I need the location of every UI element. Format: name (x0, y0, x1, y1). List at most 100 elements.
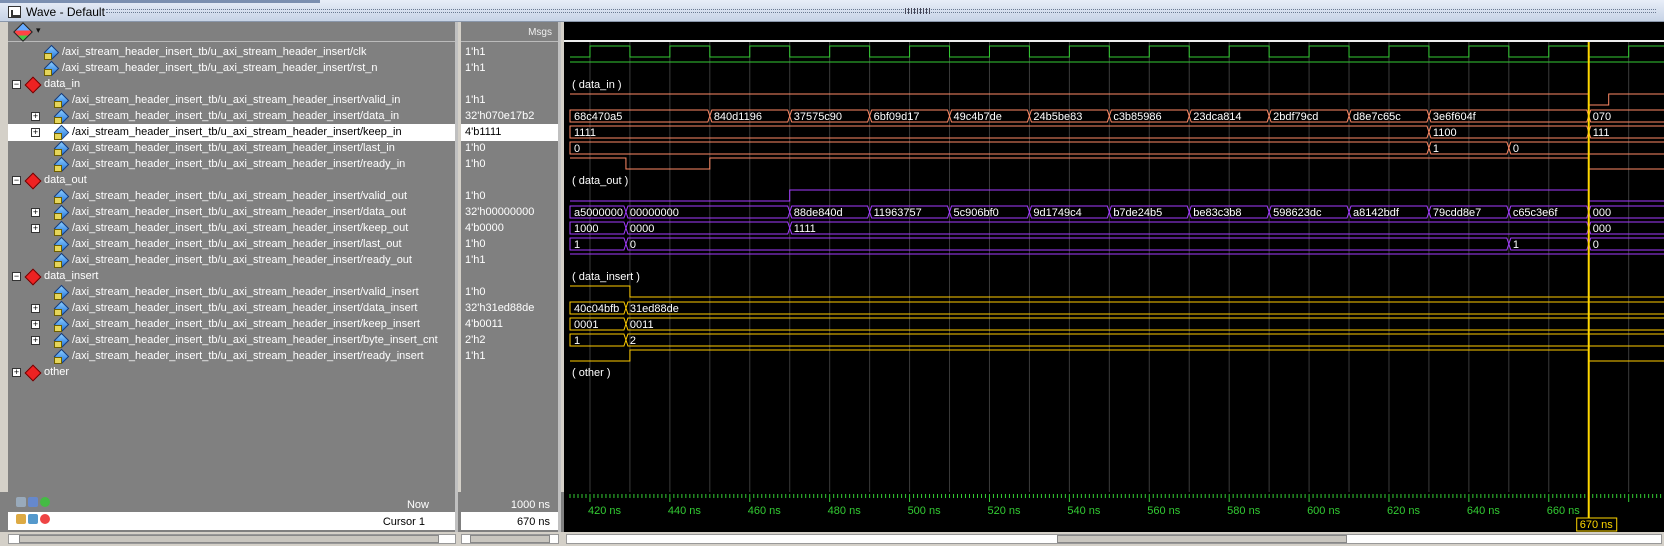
signal-value: 1'h0 (465, 142, 486, 154)
expand-toggle-icon[interactable]: + (31, 224, 40, 233)
values-hscrollbar[interactable] (461, 534, 559, 544)
scrollbars (0, 532, 1664, 546)
expand-toggle-icon[interactable]: + (31, 336, 40, 345)
values-scroll-thumb[interactable] (470, 535, 550, 543)
signal-row[interactable]: /axi_stream_header_insert_tb/u_axi_strea… (8, 156, 455, 173)
signal-row[interactable]: + /axi_stream_header_insert_tb/u_axi_stre… (8, 124, 455, 141)
expand-toggle-icon[interactable]: + (31, 128, 40, 137)
signal-row[interactable]: + /axi_stream_header_insert_tb/u_axi_stre… (8, 220, 455, 237)
wave-tool-icon[interactable] (13, 22, 33, 42)
signal-row[interactable]: /axi_stream_header_insert_tb/u_axi_strea… (8, 236, 455, 253)
titlebar-grip-knob[interactable] (905, 8, 931, 14)
expand-toggle-icon[interactable]: − (12, 176, 21, 185)
signal-names-pane: ▾ /axi_stream_header_insert_tb/u_axi_str… (8, 22, 458, 492)
names-hscrollbar[interactable] (8, 534, 456, 544)
timeline-ruler[interactable]: 420 ns 440 ns 460 ns 480 ns 500 ns 520 ns 540 … (564, 492, 1664, 532)
value-row[interactable]: 1'h0 (461, 140, 558, 157)
value-row[interactable]: 32'h31ed88de (461, 300, 558, 317)
signal-name: /axi_stream_header_insert_tb/u_axi_strea… (72, 302, 418, 314)
signal-row[interactable]: /axi_stream_header_insert_tb/u_axi_strea… (8, 60, 455, 77)
group-diamond-icon (25, 77, 39, 91)
expand-toggle-icon[interactable]: − (12, 80, 21, 89)
signal-value: 1'h1 (465, 350, 486, 362)
signal-value: 1'h0 (465, 158, 486, 170)
signal-name: /axi_stream_header_insert_tb/u_axi_strea… (72, 206, 406, 218)
value-row[interactable] (461, 172, 558, 189)
value-row[interactable]: 1'h1 (461, 44, 558, 61)
value-row[interactable]: 2'h2 (461, 332, 558, 349)
wave-hscrollbar[interactable] (566, 534, 1662, 544)
signal-row[interactable]: + /axi_stream_header_insert_tb/u_axi_stre… (8, 300, 455, 317)
ruler-canvas[interactable]: 420 ns 440 ns 460 ns 480 ns 500 ns 520 ns 540 … (564, 492, 1664, 532)
signal-row[interactable]: /axi_stream_header_insert_tb/u_axi_strea… (8, 252, 455, 269)
window-titlebar[interactable]: Wave - Default (0, 0, 1664, 22)
signal-row[interactable]: /axi_stream_header_insert_tb/u_axi_strea… (8, 44, 455, 61)
signal-row[interactable]: /axi_stream_header_insert_tb/u_axi_strea… (8, 348, 455, 365)
names-scroll-thumb[interactable] (19, 535, 439, 543)
signal-name: other (44, 366, 70, 378)
value-row[interactable]: 1'h0 (461, 284, 558, 301)
signal-row[interactable]: /axi_stream_header_insert_tb/u_axi_strea… (8, 140, 455, 157)
value-row[interactable]: 32'h070e17b2 (461, 108, 558, 125)
data-in-wave-value-label: d8e7c65c (1353, 111, 1401, 123)
signal-port-icon (54, 109, 68, 124)
titlebar-grip[interactable] (106, 9, 1656, 13)
expand-toggle-icon[interactable]: − (12, 272, 21, 281)
value-row[interactable]: 1'h0 (461, 188, 558, 205)
value-row[interactable]: 4'b0000 (461, 220, 558, 237)
signal-row[interactable]: /axi_stream_header_insert_tb/u_axi_strea… (8, 188, 455, 205)
window-icon[interactable] (28, 497, 38, 507)
delete-cursor-icon[interactable] (40, 514, 50, 524)
cursor-toolbar[interactable] (16, 514, 56, 526)
value-row[interactable]: 1'h0 (461, 236, 558, 253)
lock-icon[interactable] (16, 514, 26, 524)
keep-in-wave-value-label: 1111 (574, 127, 596, 139)
signal-row[interactable]: + /axi_stream_header_insert_tb/u_axi_stre… (8, 332, 455, 349)
last-in-wave-value-label: 1 (1433, 143, 1439, 155)
group-row-other[interactable]: + other (8, 364, 455, 381)
waveform-canvas[interactable]: ( data_in ) ( data_out ) ( data_insert ) ( … (564, 42, 1664, 492)
signal-row[interactable]: + /axi_stream_header_insert_tb/u_axi_stre… (8, 316, 455, 333)
value-row[interactable]: 1'h1 (461, 348, 558, 365)
zoom-icon[interactable] (16, 497, 26, 507)
ruler-tick-label: 560 ns (1147, 505, 1181, 517)
signal-row[interactable]: /axi_stream_header_insert_tb/u_axi_strea… (8, 92, 455, 109)
signal-name: /axi_stream_header_insert_tb/u_axi_strea… (72, 126, 402, 138)
signal-name: /axi_stream_header_insert_tb/u_axi_strea… (72, 318, 420, 330)
group-diamond-icon (25, 365, 39, 379)
group-row-data_in[interactable]: − data_in (8, 76, 455, 93)
signal-row[interactable]: /axi_stream_header_insert_tb/u_axi_strea… (8, 284, 455, 301)
signal-port-icon (54, 157, 68, 172)
waveform-pane[interactable]: ( data_in ) ( data_out ) ( data_insert ) ( … (564, 22, 1664, 492)
value-row[interactable]: 32'h00000000 (461, 204, 558, 221)
group-row-data_insert[interactable]: − data_insert (8, 268, 455, 285)
value-row[interactable]: 1'h1 (461, 252, 558, 269)
group-row-data_out[interactable]: − data_out (8, 172, 455, 189)
value-row[interactable]: 4'b1111 (461, 124, 558, 141)
value-row[interactable]: 4'b0011 (461, 316, 558, 333)
data-out-wave-value-label: 9d1749c4 (1033, 207, 1081, 219)
signal-value: 4'b0011 (465, 318, 503, 330)
value-row[interactable]: 1'h1 (461, 92, 558, 109)
signal-row[interactable]: + /axi_stream_header_insert_tb/u_axi_stre… (8, 204, 455, 221)
expand-toggle-icon[interactable]: + (12, 368, 21, 377)
add-cursor-icon[interactable] (40, 497, 50, 507)
expand-toggle-icon[interactable]: + (31, 112, 40, 121)
cursor-tag: 670 ns (1580, 519, 1614, 531)
pen-icon[interactable] (28, 514, 38, 524)
tool-dropdown-arrow[interactable]: ▾ (36, 25, 41, 36)
value-row[interactable]: 1'h1 (461, 60, 558, 77)
expand-toggle-icon[interactable]: + (31, 208, 40, 217)
now-toolbar[interactable] (16, 497, 56, 509)
wave-scroll-thumb[interactable] (1057, 535, 1347, 543)
signal-row[interactable]: + /axi_stream_header_insert_tb/u_axi_stre… (8, 108, 455, 125)
signal-value: 32'h00000000 (465, 206, 535, 218)
value-row[interactable] (461, 76, 558, 93)
last-out-wave-segment (625, 237, 1510, 251)
expand-toggle-icon[interactable]: + (31, 304, 40, 313)
value-row[interactable] (461, 364, 558, 381)
value-row[interactable] (461, 268, 558, 285)
value-row[interactable]: 1'h0 (461, 156, 558, 173)
expand-toggle-icon[interactable]: + (31, 320, 40, 329)
signal-name: /axi_stream_header_insert_tb/u_axi_strea… (62, 62, 378, 74)
